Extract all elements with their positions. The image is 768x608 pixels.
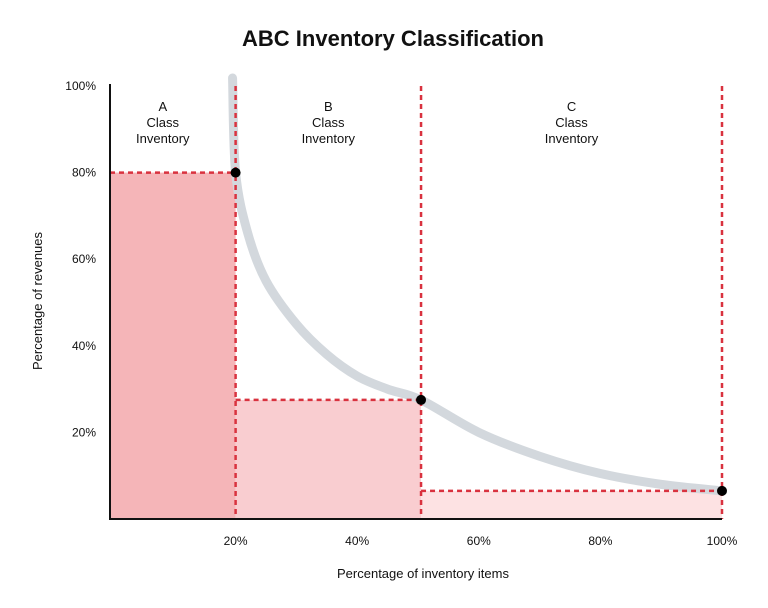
class-c-fill — [421, 490, 722, 519]
class-b-fill — [235, 399, 422, 519]
y-axis-label: Percentage of revenues — [30, 231, 45, 370]
class-b-label: Inventory — [302, 131, 356, 146]
x-axis-label: Percentage of inventory items — [337, 566, 509, 581]
x-tick-label: 40% — [345, 534, 369, 548]
class-b-label: Class — [312, 115, 345, 130]
y-tick-label: 60% — [72, 252, 96, 266]
x-tick-labels: 20% 40% 60% 80% 100% — [224, 534, 738, 548]
class-labels: AClassInventoryBClassInventoryCClassInve… — [136, 99, 599, 146]
x-tick-label: 100% — [707, 534, 738, 548]
class-a-label: A — [158, 99, 167, 114]
class-c-label: Class — [555, 115, 588, 130]
y-tick-label: 20% — [72, 425, 96, 439]
abc-inventory-chart: ABC Inventory Classification AClassInven… — [30, 26, 738, 581]
class-c-label: C — [567, 99, 576, 114]
y-tick-labels: 20% 40% 60% 80% 100% — [65, 79, 96, 439]
x-tick-label: 60% — [467, 534, 491, 548]
y-tick-label: 80% — [72, 166, 96, 180]
y-tick-label: 100% — [65, 79, 96, 93]
x-tick-label: 80% — [588, 534, 612, 548]
y-tick-label: 40% — [72, 339, 96, 353]
class-a-label: Class — [147, 115, 180, 130]
boundary-point — [416, 394, 427, 405]
class-a-label: Inventory — [136, 131, 190, 146]
class-c-label: Inventory — [545, 131, 599, 146]
class-fills — [110, 172, 722, 519]
boundary-point — [230, 167, 241, 178]
class-b-label: B — [324, 99, 333, 114]
x-tick-label: 20% — [224, 534, 248, 548]
chart-title: ABC Inventory Classification — [242, 26, 544, 51]
boundary-point — [717, 485, 727, 496]
class-a-fill — [110, 172, 236, 519]
